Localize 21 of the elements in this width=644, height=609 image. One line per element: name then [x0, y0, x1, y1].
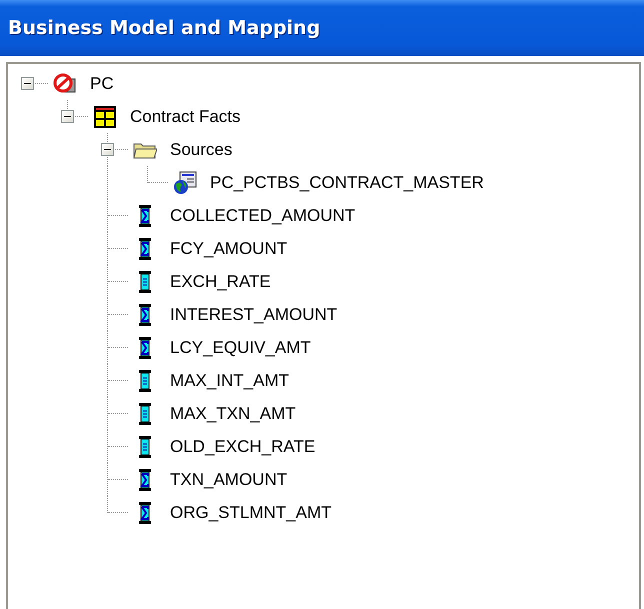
prohibited-sign-icon: [53, 72, 77, 96]
tree-item[interactable]: FCY_AMOUNT: [170, 238, 288, 258]
tree-item[interactable]: COLLECTED_AMOUNT: [170, 206, 356, 226]
tree-item[interactable]: PC: [90, 74, 114, 94]
tree-item[interactable]: ORG_STLMNT_AMT: [170, 502, 332, 522]
globe-window-icon: [173, 170, 197, 194]
window-title: Business Model and Mapping: [8, 17, 320, 39]
collapse-button[interactable]: [101, 143, 114, 156]
tree-item[interactable]: Contract Facts: [130, 106, 241, 126]
tree-item[interactable]: EXCH_RATE: [170, 272, 271, 292]
collapse-button[interactable]: [61, 110, 74, 123]
tree-item[interactable]: TXN_AMOUNT: [170, 470, 288, 490]
table-icon: [93, 104, 117, 128]
tree-item[interactable]: MAX_INT_AMT: [170, 370, 290, 390]
tree-item[interactable]: OLD_EXCH_RATE: [170, 436, 316, 456]
tree-item[interactable]: LCY_EQUIV_AMT: [170, 338, 311, 358]
tree-item[interactable]: Sources: [170, 140, 232, 160]
tree-item[interactable]: MAX_TXN_AMT: [170, 404, 296, 424]
tree-item[interactable]: PC_PCTBS_CONTRACT_MASTER: [210, 172, 484, 192]
tree-item[interactable]: INTEREST_AMOUNT: [170, 304, 338, 324]
collapse-button[interactable]: [21, 77, 34, 90]
